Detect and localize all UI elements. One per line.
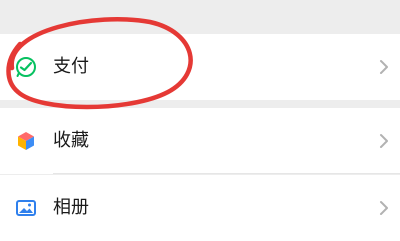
- menu-item-pay[interactable]: 支付: [0, 34, 400, 100]
- menu-item-album[interactable]: 相册: [0, 175, 400, 241]
- wechat-pay-icon: [16, 57, 36, 77]
- chevron-right-icon: [380, 134, 388, 148]
- menu-item-favorites[interactable]: 收藏: [0, 108, 400, 174]
- row-divider: [53, 173, 400, 174]
- favorites-cube-icon: [18, 132, 34, 150]
- chevron-right-icon: [380, 201, 388, 215]
- menu-item-label: 收藏: [53, 130, 89, 151]
- album-image-icon: [16, 200, 36, 216]
- top-gap: [0, 0, 400, 22]
- menu-item-label: 支付: [53, 56, 89, 77]
- menu-item-label: 相册: [53, 197, 89, 218]
- chevron-right-icon: [380, 60, 388, 74]
